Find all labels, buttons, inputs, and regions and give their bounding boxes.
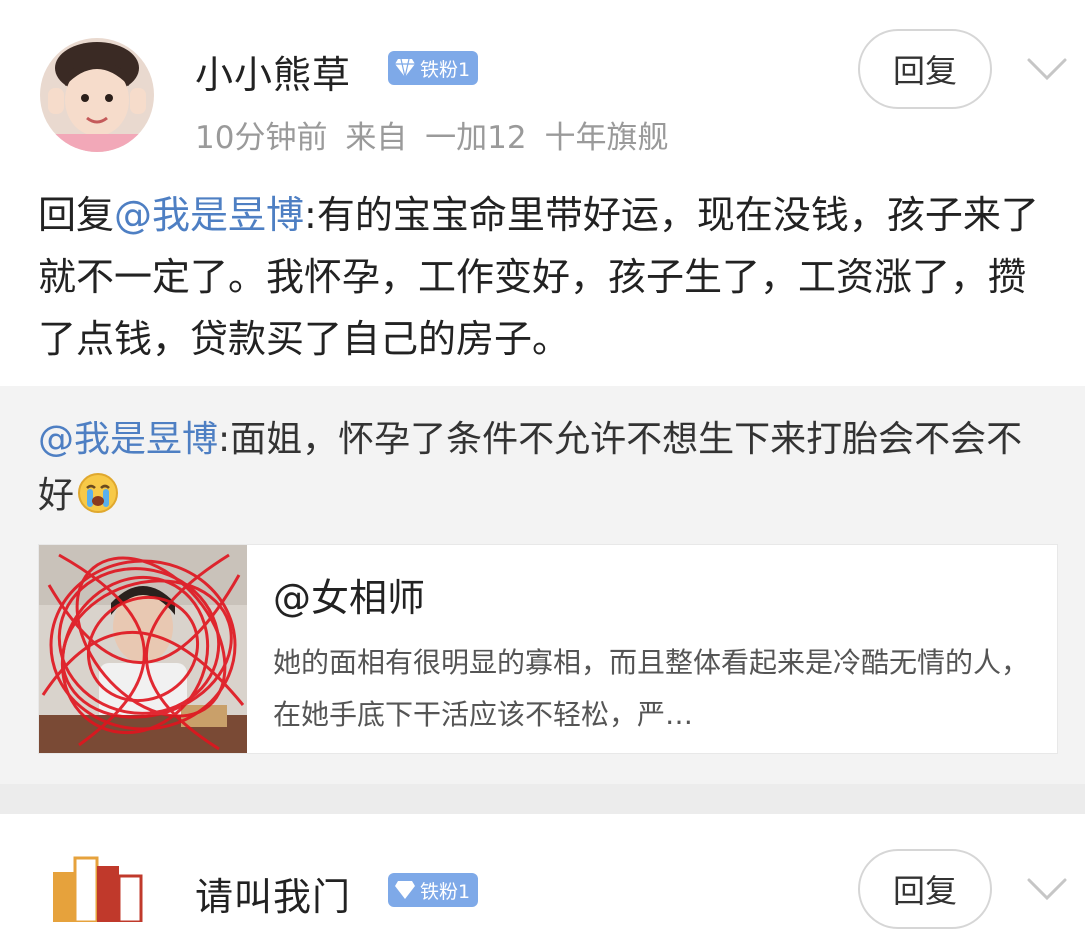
user-avatar-2[interactable] [45, 852, 149, 922]
diamond-icon [395, 58, 415, 78]
reply-button-2[interactable]: 回复 [858, 849, 992, 929]
comment-body: 回复@我是昱博:有的宝宝命里带好运，现在没钱，孩子来了就不一定了。我怀孕，工作变… [38, 184, 1048, 370]
quoted-text: @我是昱博:面姐，怀孕了条件不允许不想生下来打胎会不会不好 [38, 412, 1048, 524]
badge-label: 铁粉1 [420, 58, 471, 81]
link-card[interactable]: @女相师 她的面相有很明显的寡相，而且整体看起来是冷酷无情的人，在她手底下干活应… [38, 544, 1058, 754]
username-2[interactable]: 请叫我门 [195, 866, 351, 921]
reply-mention-link[interactable]: @我是昱博 [114, 193, 304, 237]
reply-prefix: 回复 [38, 193, 115, 237]
chevron-down-icon-2[interactable] [1025, 866, 1069, 910]
crying-emoji-icon [78, 473, 119, 513]
diamond-icon [395, 881, 415, 899]
divider [0, 784, 1085, 814]
fan-badge[interactable]: 铁粉1 [388, 51, 479, 85]
avatar-image [40, 38, 154, 152]
chevron-down-icon[interactable] [1025, 46, 1069, 90]
quoted-mention-link[interactable]: @我是昱博 [38, 419, 218, 460]
card-thumbnail [39, 545, 247, 753]
reply-button[interactable]: 回复 [858, 29, 992, 109]
comment-time: 10分钟前 [195, 120, 328, 156]
badge-label-2: 铁粉1 [420, 880, 471, 903]
comment-meta: 10分钟前 来自 一加12 十年旗舰 [195, 112, 668, 157]
fan-badge-2[interactable]: 铁粉1 [388, 873, 479, 907]
user-avatar[interactable] [40, 38, 154, 152]
quoted-comment[interactable]: @我是昱博:面姐，怀孕了条件不允许不想生下来打胎会不会不好 @女相师 她的面相有… [0, 386, 1085, 784]
username[interactable]: 小小熊草 [195, 44, 351, 99]
card-title: @女相师 [273, 576, 426, 620]
comment-source: 来自 一加12 十年旗舰 [345, 120, 669, 156]
card-description: 她的面相有很明显的寡相，而且整体看起来是冷酷无情的人，在她手底下干活应该不轻松，… [273, 646, 1030, 731]
